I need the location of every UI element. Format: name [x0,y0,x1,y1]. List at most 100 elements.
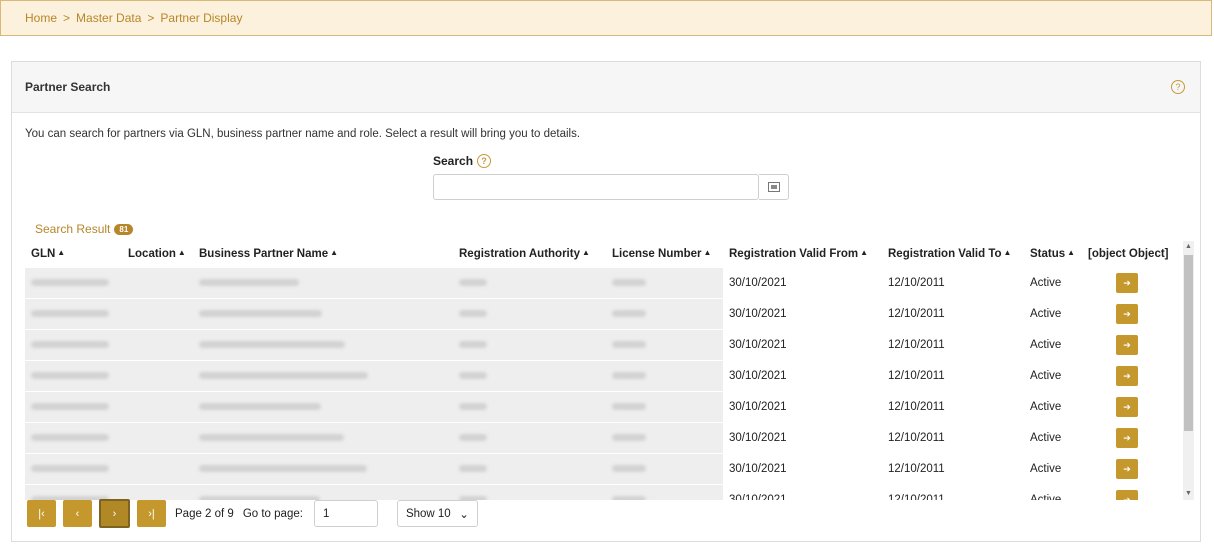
table-row[interactable]: 30/10/2021 12/10/2011 Active ➔ [25,422,1183,454]
search-label: Search ? [433,154,492,168]
detail-cell: ➔ [1082,298,1183,330]
redacted-cell [122,391,193,423]
col-status[interactable]: Status ▲ [1024,241,1082,268]
redacted-cell [606,453,723,485]
redacted-cell [453,391,606,423]
detail-cell: ➔ [1082,329,1183,361]
valid-to-cell: 12/10/2011 [882,484,1024,500]
redacted-cell [453,484,606,500]
search-input[interactable] [433,174,759,200]
scroll-down-icon[interactable]: ▼ [1184,488,1193,500]
arrow-right-circle-icon[interactable]: ➔ [1116,428,1138,448]
table-row[interactable]: 30/10/2021 12/10/2011 Active ➔ [25,484,1183,500]
col-location[interactable]: Location ▲ [122,241,193,268]
col-valid-from[interactable]: Registration Valid From ▲ [723,241,882,268]
valid-to-cell: 12/10/2011 [882,391,1024,423]
col-detail: [object Object] [1082,241,1183,268]
status-cell: Active [1024,267,1082,299]
search-description: You can search for partners via GLN, bus… [25,128,581,140]
redacted-cell [193,360,453,392]
goto-page-input[interactable]: 1 [313,500,378,527]
valid-from-cell: 30/10/2021 [723,422,882,454]
goto-label: Go to page: [242,507,303,520]
result-count-badge: 81 [114,223,134,235]
arrow-right-circle-icon[interactable]: ➔ [1116,490,1138,500]
redacted-cell [193,453,453,485]
redacted-cell [122,360,193,392]
col-registration-authority[interactable]: Registration Authority ▲ [453,241,606,268]
arrow-right-circle-icon[interactable]: ➔ [1116,366,1138,386]
sort-asc-icon: ▲ [581,248,590,257]
valid-from-cell: 30/10/2021 [723,484,882,500]
help-icon[interactable]: ? [1171,80,1185,94]
redacted-cell [606,422,723,454]
table-row[interactable]: 30/10/2021 12/10/2011 Active ➔ [25,267,1183,299]
redacted-cell [453,453,606,485]
table-row[interactable]: 30/10/2021 12/10/2011 Active ➔ [25,360,1183,392]
arrow-right-circle-icon[interactable]: ➔ [1116,273,1138,293]
valid-from-cell: 30/10/2021 [723,267,882,299]
last-page-button[interactable]: ›| [137,500,166,527]
scroll-up-icon[interactable]: ▲ [1184,241,1193,253]
arrow-right-circle-icon[interactable]: ➔ [1116,459,1138,479]
next-page-button[interactable]: › [99,499,130,528]
table-row[interactable]: 30/10/2021 12/10/2011 Active ➔ [25,298,1183,330]
prev-page-button[interactable]: ‹ [63,500,92,527]
search-result-label: Search Result 81 [35,222,134,236]
status-cell: Active [1024,329,1082,361]
search-help-icon[interactable]: ? [477,154,492,168]
pagination: |‹ ‹ › ›| Page 2 of 9 Go to page: 1 Show… [27,499,478,528]
sort-asc-icon: ▲ [1067,248,1076,257]
detail-cell: ➔ [1082,422,1183,454]
table-row[interactable]: 30/10/2021 12/10/2011 Active ➔ [25,453,1183,485]
redacted-cell [193,391,453,423]
sort-asc-icon: ▲ [1003,248,1012,257]
arrow-right-circle-icon[interactable]: ➔ [1116,397,1138,417]
redacted-cell [25,422,122,454]
col-gln[interactable]: GLN ▲ [25,241,122,268]
breadcrumb-master-data[interactable]: Master Data [76,11,141,25]
table-row[interactable]: 30/10/2021 12/10/2011 Active ➔ [25,391,1183,423]
table-row[interactable]: 30/10/2021 12/10/2011 Active ➔ [25,329,1183,361]
valid-to-cell: 12/10/2011 [882,329,1024,361]
valid-from-cell: 30/10/2021 [723,329,882,361]
sort-asc-icon: ▲ [703,248,712,257]
redacted-cell [606,484,723,500]
scroll-thumb[interactable] [1184,255,1193,431]
redacted-cell [25,391,122,423]
redacted-cell [193,484,453,500]
redacted-cell [122,267,193,299]
arrow-right-circle-icon[interactable]: ➔ [1116,304,1138,324]
page-indicator: Page 2 of 9 [175,507,234,520]
chevron-down-icon: ⌄ [459,508,469,521]
col-license-number[interactable]: License Number ▲ [606,241,723,268]
col-valid-to[interactable]: Registration Valid To ▲ [882,241,1024,268]
redacted-cell [453,360,606,392]
valid-to-cell: 12/10/2011 [882,298,1024,330]
redacted-cell [122,453,193,485]
redacted-cell [453,422,606,454]
breadcrumb: Home > Master Data > Partner Display [0,0,1212,36]
table-scrollbar[interactable]: ▲ ▼ [1183,241,1194,500]
valid-from-cell: 30/10/2021 [723,391,882,423]
status-cell: Active [1024,298,1082,330]
table-header-row: GLN ▲ Location ▲ Business Partner Name ▲ Re… [25,241,1183,268]
scan-button[interactable] [759,174,789,200]
redacted-cell [606,360,723,392]
page-size-value: Show 10 [405,507,451,520]
redacted-cell [193,298,453,330]
first-page-button[interactable]: |‹ [27,500,56,527]
breadcrumb-separator: > [147,11,155,25]
search-result-text: Search Result [35,222,111,236]
col-business-partner-name[interactable]: Business Partner Name ▲ [193,241,453,268]
breadcrumb-home[interactable]: Home [25,11,57,25]
redacted-cell [453,267,606,299]
partner-search-panel: Partner Search ? You can search for part… [11,61,1201,542]
valid-to-cell: 12/10/2011 [882,360,1024,392]
panel-title: Partner Search [25,80,111,94]
valid-from-cell: 30/10/2021 [723,298,882,330]
page-size-select[interactable]: Show 10 ⌄ [396,500,478,527]
valid-from-cell: 30/10/2021 [723,453,882,485]
valid-from-cell: 30/10/2021 [723,360,882,392]
arrow-right-circle-icon[interactable]: ➔ [1116,335,1138,355]
